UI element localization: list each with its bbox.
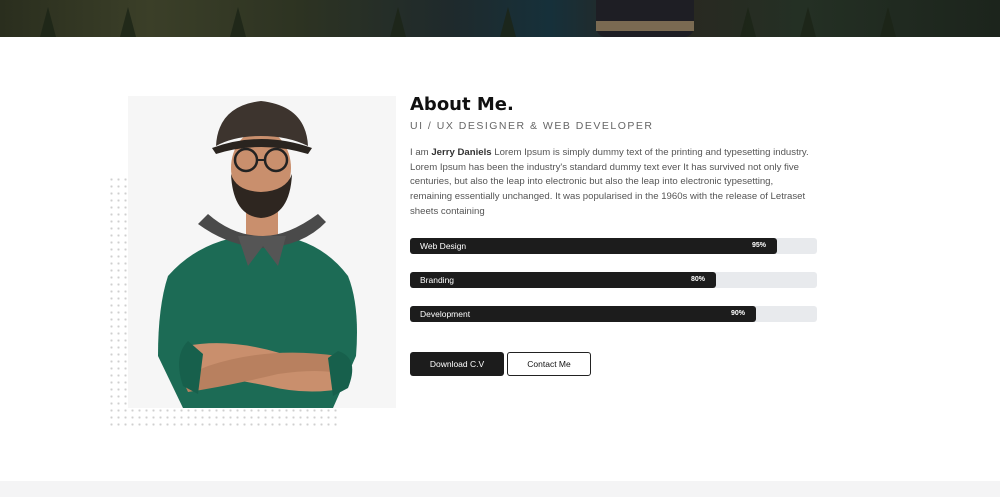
- profile-photo: [128, 96, 396, 408]
- bio-paragraph: I am Jerry Daniels Lorem Ipsum is simply…: [410, 146, 810, 220]
- download-cv-button[interactable]: Download C.V: [410, 352, 504, 376]
- bio-name: Jerry Daniels: [431, 147, 492, 158]
- skill-bar-web-design: Web Design 95%: [410, 238, 817, 254]
- contact-me-button[interactable]: Contact Me: [507, 352, 591, 376]
- section-subtitle: UI / UX DESIGNER & WEB DEVELOPER: [410, 120, 654, 132]
- hero-person-figure: [596, 0, 694, 37]
- next-section-strip: [0, 481, 1000, 497]
- skill-percent: 90%: [731, 310, 746, 317]
- skill-percent: 95%: [752, 242, 767, 249]
- skill-bar-development: Development 90%: [410, 306, 817, 322]
- skill-label: Web Design: [420, 241, 467, 251]
- skill-percent: 80%: [691, 276, 706, 283]
- skill-bar-branding: Branding 80%: [410, 272, 817, 288]
- bio-prefix: I am: [410, 147, 432, 158]
- skill-fill: [410, 272, 716, 288]
- skill-label: Development: [420, 309, 471, 319]
- skill-label: Branding: [420, 275, 455, 285]
- section-title: About Me.: [410, 94, 514, 115]
- hero-banner-image: [0, 0, 1000, 37]
